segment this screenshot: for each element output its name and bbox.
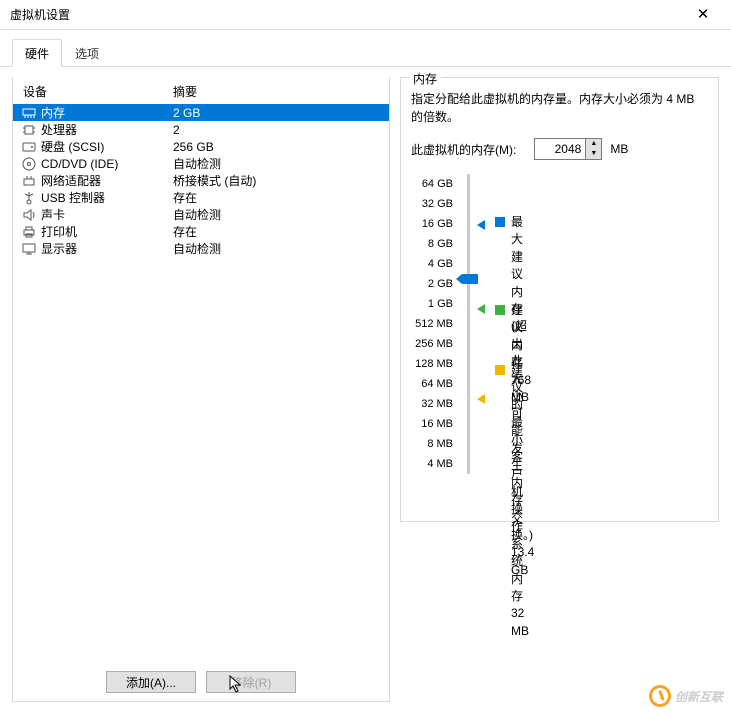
device-row-usb[interactable]: USB 控制器存在 xyxy=(13,189,389,206)
slider-tick: 16 MB xyxy=(411,414,453,434)
cpu-icon xyxy=(21,122,37,137)
tab-hardware[interactable]: 硬件 xyxy=(12,39,62,67)
memory-description: 指定分配给此虚拟机的内存量。内存大小必须为 4 MB 的倍数。 xyxy=(411,90,708,126)
slider-tick: 64 GB xyxy=(411,174,453,194)
device-row-printer[interactable]: 打印机存在 xyxy=(13,223,389,240)
display-icon xyxy=(21,241,37,256)
memory-groupbox: 内存 指定分配给此虚拟机的内存量。内存大小必须为 4 MB 的倍数。 此虚拟机的… xyxy=(400,77,719,522)
device-name: 显示器 xyxy=(41,240,173,257)
device-name: CD/DVD (IDE) xyxy=(41,157,173,171)
slider-tick: 512 MB xyxy=(411,314,453,334)
device-name: 打印机 xyxy=(41,223,173,240)
memory-input[interactable] xyxy=(535,139,585,159)
device-row-memory[interactable]: 内存2 GB xyxy=(13,104,389,121)
device-row-sound[interactable]: 声卡自动检测 xyxy=(13,206,389,223)
slider-tick: 1 GB xyxy=(411,294,453,314)
memory-slider[interactable] xyxy=(459,174,477,474)
device-summary: 自动检测 xyxy=(173,240,389,257)
net-icon xyxy=(21,173,37,188)
marker-rec-icon xyxy=(477,302,485,314)
add-button[interactable]: 添加(A)... xyxy=(106,671,196,693)
memory-unit: MB xyxy=(610,142,628,156)
device-name: 网络适配器 xyxy=(41,172,173,189)
sound-icon xyxy=(21,207,37,222)
legend-max-swatch xyxy=(495,217,505,227)
legend-min: 建议的最小客户机操作系统内存 32 MB xyxy=(511,362,529,640)
device-summary: 自动检测 xyxy=(173,155,389,172)
device-summary: 自动检测 xyxy=(173,206,389,223)
memory-input-label: 此虚拟机的内存(M): xyxy=(411,141,516,158)
device-row-net[interactable]: 网络适配器桥接模式 (自动) xyxy=(13,172,389,189)
slider-tick: 8 GB xyxy=(411,234,453,254)
device-summary: 256 GB xyxy=(173,140,389,154)
slider-tick: 16 GB xyxy=(411,214,453,234)
device-summary: 2 xyxy=(173,123,389,137)
slider-tick: 4 MB xyxy=(411,454,453,474)
slider-tick: 256 MB xyxy=(411,334,453,354)
column-summary: 摘要 xyxy=(173,83,389,100)
device-name: USB 控制器 xyxy=(41,189,173,206)
device-summary: 存在 xyxy=(173,189,389,206)
device-name: 声卡 xyxy=(41,206,173,223)
device-summary: 桥接模式 (自动) xyxy=(173,172,389,189)
device-name: 内存 xyxy=(41,104,173,121)
slider-tick: 64 MB xyxy=(411,374,453,394)
device-row-disk[interactable]: 硬盘 (SCSI)256 GB xyxy=(13,138,389,155)
slider-thumb[interactable] xyxy=(462,274,478,284)
slider-tick: 32 MB xyxy=(411,394,453,414)
slider-tick: 2 GB xyxy=(411,274,453,294)
slider-tick: 8 MB xyxy=(411,434,453,454)
device-summary: 2 GB xyxy=(173,106,389,120)
column-device: 设备 xyxy=(21,83,173,100)
device-name: 处理器 xyxy=(41,121,173,138)
cd-icon xyxy=(21,156,37,171)
device-row-display[interactable]: 显示器自动检测 xyxy=(13,240,389,257)
legend-min-swatch xyxy=(495,365,505,375)
device-row-cpu[interactable]: 处理器2 xyxy=(13,121,389,138)
slider-tick: 4 GB xyxy=(411,254,453,274)
disk-icon xyxy=(21,139,37,154)
tab-options[interactable]: 选项 xyxy=(62,39,112,67)
tabs-bar: 硬件 选项 xyxy=(0,30,731,67)
slider-tick: 32 GB xyxy=(411,194,453,214)
remove-button[interactable]: 移除(R) xyxy=(206,671,296,693)
marker-min-icon xyxy=(477,392,485,404)
window-title: 虚拟机设置 xyxy=(8,6,683,23)
slider-tick: 128 MB xyxy=(411,354,453,374)
device-list-panel: 设备 摘要 内存2 GB处理器2硬盘 (SCSI)256 GBCD/DVD (I… xyxy=(12,77,390,702)
spinner-down-icon[interactable]: ▼ xyxy=(586,149,601,159)
spinner-up-icon[interactable]: ▲ xyxy=(586,139,601,149)
memory-icon xyxy=(21,105,37,120)
device-name: 硬盘 (SCSI) xyxy=(41,138,173,155)
printer-icon xyxy=(21,224,37,239)
marker-max-icon xyxy=(477,218,485,230)
usb-icon xyxy=(21,190,37,205)
close-icon[interactable]: ✕ xyxy=(683,1,723,29)
device-row-cd[interactable]: CD/DVD (IDE)自动检测 xyxy=(13,155,389,172)
memory-group-title: 内存 xyxy=(409,70,441,87)
legend-rec-swatch xyxy=(495,305,505,315)
device-summary: 存在 xyxy=(173,223,389,240)
